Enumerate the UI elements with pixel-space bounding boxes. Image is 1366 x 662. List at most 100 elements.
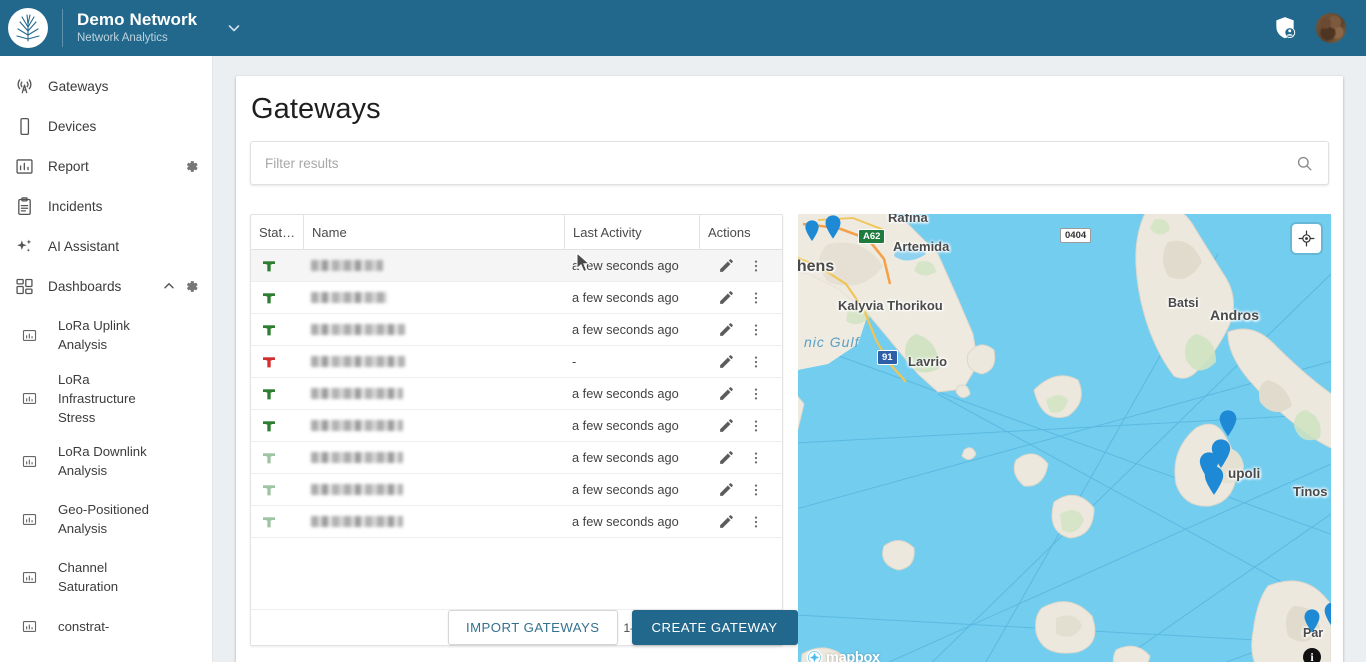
- gear-icon[interactable]: [183, 278, 200, 295]
- sidebar-item-label: Devices: [48, 118, 97, 134]
- chart-small-icon: [0, 453, 58, 470]
- status-badge: [251, 410, 303, 441]
- sidebar-item-label: Report: [48, 158, 89, 174]
- table-row[interactable]: a few seconds ago: [251, 282, 782, 314]
- pencil-icon[interactable]: [718, 449, 735, 466]
- redacted-name: [311, 484, 403, 495]
- pencil-icon[interactable]: [718, 417, 735, 434]
- search-input[interactable]: [251, 155, 1280, 171]
- pencil-icon[interactable]: [718, 321, 735, 338]
- more-vertical-icon[interactable]: [748, 354, 764, 370]
- chart-small-icon: [0, 327, 58, 344]
- last-activity-cell: a few seconds ago: [572, 514, 679, 529]
- shield-account-icon[interactable]: [1272, 15, 1298, 41]
- pencil-icon[interactable]: [718, 257, 735, 274]
- chart-small-icon: [0, 618, 58, 635]
- map-canvas: [798, 214, 1331, 662]
- status-badge: [251, 250, 303, 281]
- table-row[interactable]: -: [251, 346, 782, 378]
- user-avatar[interactable]: [1316, 13, 1346, 43]
- sidebar-subitem-geo-positioned-analysis[interactable]: Geo-Positioned Analysis: [0, 490, 212, 548]
- more-vertical-icon[interactable]: [748, 290, 764, 306]
- chart-small-icon: [0, 569, 58, 586]
- status-badge: [251, 282, 303, 313]
- table-row[interactable]: a few seconds ago: [251, 378, 782, 410]
- table-body: a few seconds ago a few seconds ago a few …: [251, 250, 782, 610]
- column-header-status[interactable]: Stat…: [251, 215, 303, 249]
- row-actions: [699, 314, 782, 345]
- create-gateway-button[interactable]: CREATE GATEWAY: [631, 610, 798, 645]
- table-row[interactable]: a few seconds ago: [251, 474, 782, 506]
- pencil-icon[interactable]: [718, 353, 735, 370]
- table-row[interactable]: a few seconds ago: [251, 250, 782, 282]
- sidebar-item-incidents[interactable]: Incidents: [0, 186, 212, 226]
- antenna-icon: [0, 76, 48, 97]
- gateway-name-cell: [303, 378, 564, 409]
- gateways-map[interactable]: nic Gulf Athens Rafina Artemida Kalyvia …: [798, 214, 1331, 662]
- info-icon[interactable]: i: [1303, 648, 1321, 662]
- column-header-last-activity[interactable]: Last Activity: [564, 215, 699, 249]
- page-title: Gateways: [251, 93, 381, 125]
- sidebar-subitem-lora-downlink-analysis[interactable]: LoRa Downlink Analysis: [0, 432, 212, 490]
- import-gateways-button[interactable]: IMPORT GATEWAYS: [448, 610, 618, 645]
- redacted-name: [311, 420, 403, 431]
- device-icon: [0, 116, 48, 137]
- last-activity-cell: a few seconds ago: [572, 418, 679, 433]
- last-activity-cell: -: [572, 354, 577, 369]
- table-row[interactable]: a few seconds ago: [251, 442, 782, 474]
- status-badge: [251, 506, 303, 537]
- last-activity-cell: a few seconds ago: [572, 322, 679, 337]
- chevron-down-icon[interactable]: [225, 19, 243, 37]
- sidebar-item-devices[interactable]: Devices: [0, 106, 212, 146]
- pencil-icon[interactable]: [718, 385, 735, 402]
- more-vertical-icon[interactable]: [748, 258, 764, 274]
- row-actions: [699, 282, 782, 313]
- dashboard-grid-icon: [0, 276, 48, 297]
- road-shield-91: 91: [877, 350, 898, 365]
- gear-icon[interactable]: [183, 158, 200, 175]
- sidebar-subitem-constrat[interactable]: constrat-: [0, 606, 212, 646]
- redacted-name: [311, 324, 405, 335]
- main-content: Gateways Stat… Name Last Activit: [213, 56, 1366, 662]
- sidebar-item-gateways[interactable]: Gateways: [0, 66, 212, 106]
- sidebar-subitem-channel-saturation[interactable]: Channel Saturation: [0, 548, 212, 606]
- chart-small-icon: [0, 390, 58, 407]
- sidebar-subitem-label: constrat-: [58, 618, 110, 634]
- more-vertical-icon[interactable]: [748, 418, 764, 434]
- mapbox-wordmark: mapbox: [826, 649, 880, 662]
- sidebar-item-report[interactable]: Report: [0, 146, 212, 186]
- brand-subtitle: Network Analytics: [77, 32, 168, 45]
- table-row[interactable]: a few seconds ago: [251, 314, 782, 346]
- last-activity-cell: a few seconds ago: [572, 290, 679, 305]
- redacted-name: [311, 388, 403, 399]
- more-vertical-icon[interactable]: [748, 386, 764, 402]
- last-activity-cell: a few seconds ago: [572, 386, 679, 401]
- pencil-icon[interactable]: [718, 513, 735, 530]
- sidebar-item-ai-assistant[interactable]: AI Assistant: [0, 226, 212, 266]
- more-vertical-icon[interactable]: [748, 482, 764, 498]
- gateway-name-cell: [303, 506, 564, 537]
- sidebar-subitem-lora-infrastructure-stress[interactable]: LoRa Infrastructure Stress: [0, 364, 212, 432]
- mapbox-logo[interactable]: mapbox: [806, 649, 880, 662]
- gateway-name-cell: [303, 474, 564, 505]
- column-header-name[interactable]: Name: [303, 215, 564, 249]
- row-actions: [699, 346, 782, 377]
- gateway-name-cell: [303, 314, 564, 345]
- more-vertical-icon[interactable]: [748, 514, 764, 530]
- sidebar-item-dashboards[interactable]: Dashboards: [0, 266, 212, 306]
- more-vertical-icon[interactable]: [748, 450, 764, 466]
- crosshair-icon[interactable]: [1292, 224, 1321, 253]
- more-vertical-icon[interactable]: [748, 322, 764, 338]
- pencil-icon[interactable]: [718, 481, 735, 498]
- pencil-icon[interactable]: [718, 289, 735, 306]
- road-shield-a62: A62: [858, 229, 886, 244]
- sidebar-subitem-lora-uplink-analysis[interactable]: LoRa Uplink Analysis: [0, 306, 212, 364]
- row-actions: [699, 250, 782, 281]
- tree-circle-logo[interactable]: [8, 8, 48, 48]
- table-row[interactable]: a few seconds ago: [251, 506, 782, 538]
- chevron-up-icon[interactable]: [161, 278, 183, 294]
- table-row[interactable]: a few seconds ago: [251, 410, 782, 442]
- redacted-name: [311, 356, 405, 367]
- search-icon[interactable]: [1280, 142, 1328, 184]
- sparkles-icon: [0, 236, 48, 257]
